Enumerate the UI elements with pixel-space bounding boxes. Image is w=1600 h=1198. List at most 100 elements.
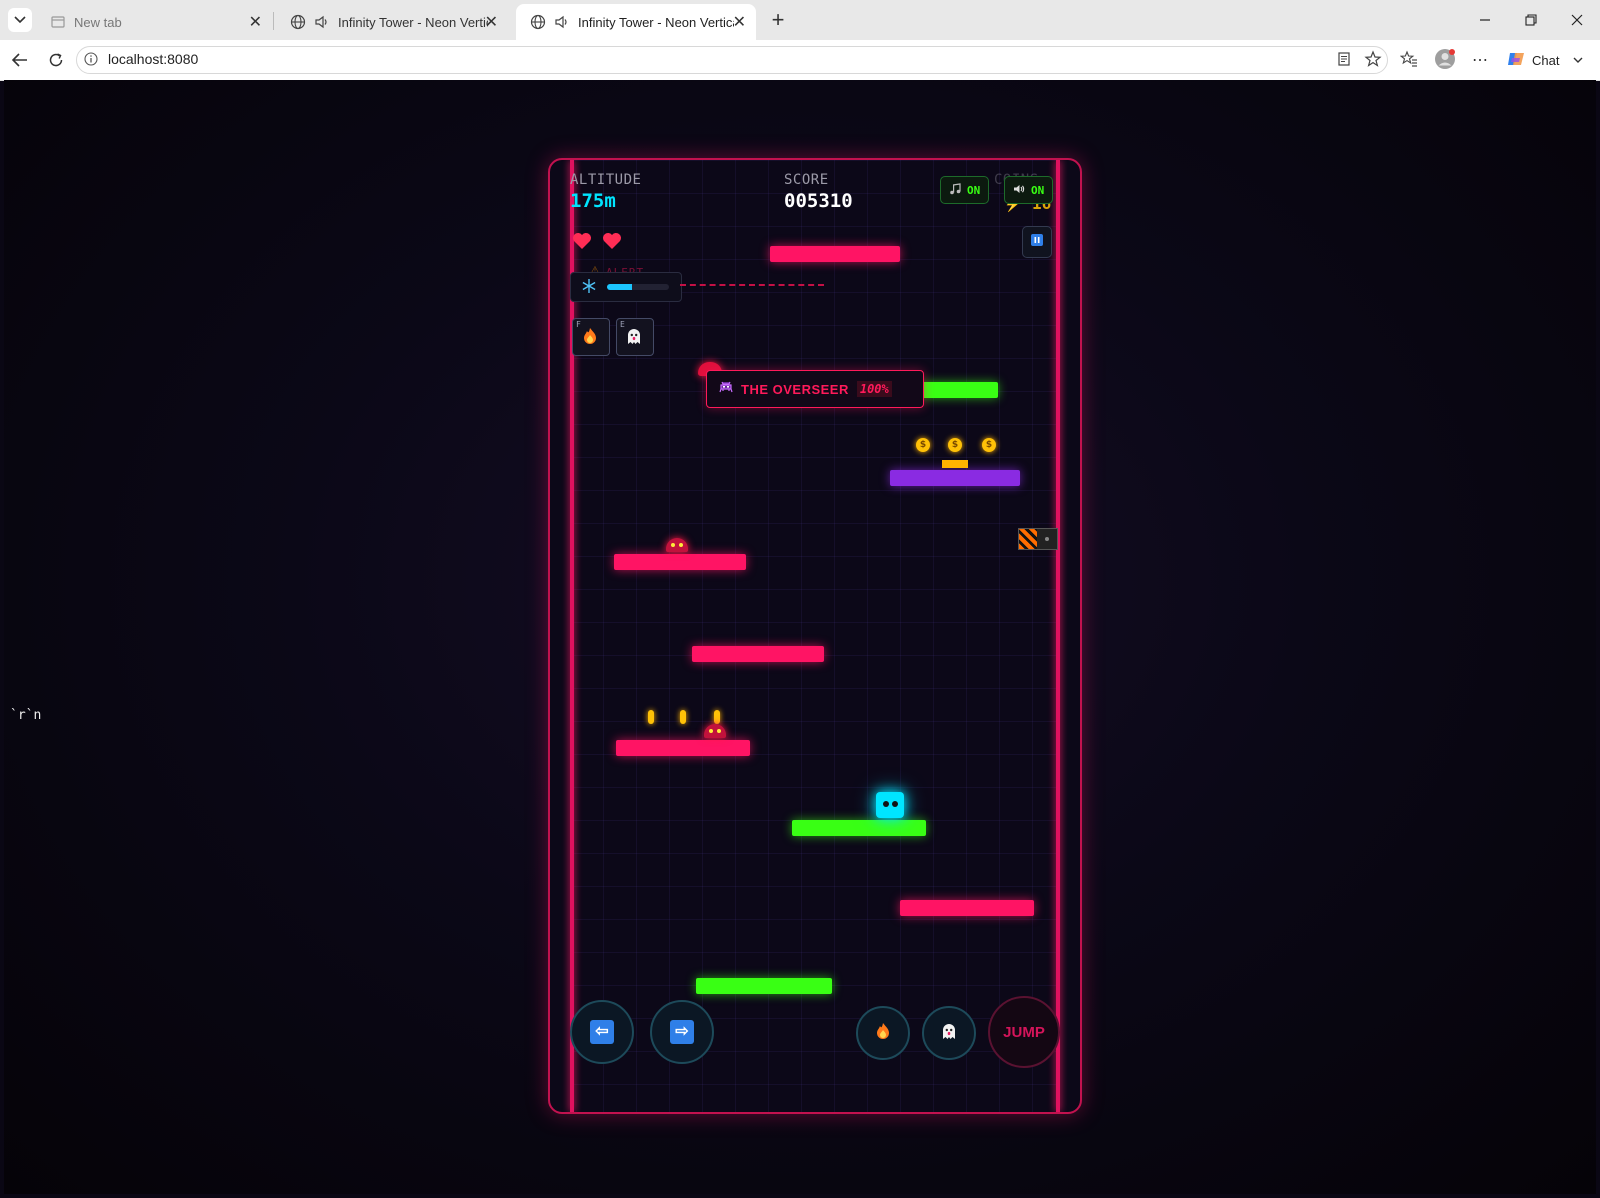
profile-avatar[interactable] <box>1434 48 1456 75</box>
right-wall <box>1056 160 1060 1112</box>
tab-title: Infinity Tower - Neon Vertical <box>338 14 488 30</box>
globe-icon <box>290 14 306 30</box>
close-tab-icon[interactable]: ✕ <box>733 12 746 32</box>
heart-icon <box>572 232 594 252</box>
coin <box>714 710 720 724</box>
freeze-meter-fill <box>607 284 632 290</box>
restore-icon <box>1525 14 1537 26</box>
speaker-icon[interactable] <box>314 14 330 30</box>
sound-toggle[interactable]: ON <box>1004 176 1054 204</box>
move-right-button[interactable]: ⇨ <box>650 1000 714 1064</box>
left-arrow-icon: ⇦ <box>590 1020 614 1044</box>
altitude-label: ALTITUDE <box>570 172 642 188</box>
reading-view-icon[interactable] <box>1336 51 1352 72</box>
copilot-icon <box>1506 49 1526 72</box>
coin: $ <box>916 438 930 452</box>
score-label: SCORE <box>784 172 829 188</box>
more-options-icon[interactable]: ⋯ <box>1472 50 1488 70</box>
reload-button[interactable] <box>42 46 70 74</box>
ghost-ability-button[interactable] <box>922 1006 976 1060</box>
ghost-icon <box>941 1021 957 1046</box>
tab-title: Infinity Tower - Neon Vertical <box>578 14 734 30</box>
close-window-button[interactable] <box>1554 6 1600 34</box>
move-left-button[interactable]: ⇦ <box>570 1000 634 1064</box>
boss-banner: THE OVERSEER 100% <box>706 370 924 408</box>
ability-slot-ghost[interactable]: E <box>616 318 654 356</box>
minimize-icon <box>1480 19 1490 21</box>
purple-platform <box>890 470 1020 486</box>
close-tab-icon[interactable]: ✕ <box>249 12 262 32</box>
plus-icon: + <box>771 7 785 32</box>
fire-icon <box>582 327 598 349</box>
enemy-slime <box>666 538 688 552</box>
snowflake-icon <box>581 278 597 299</box>
back-button[interactable] <box>6 46 34 74</box>
tab-infinity-tower-1[interactable]: Infinity Tower - Neon Vertical ✕ <box>276 4 508 40</box>
back-arrow-icon <box>11 53 27 67</box>
close-tab-icon[interactable]: ✕ <box>485 12 498 32</box>
alien-icon <box>719 380 733 398</box>
altitude-value: 175m <box>570 190 616 212</box>
pink-platform <box>614 554 746 570</box>
left-wall <box>570 160 574 1112</box>
jump-button[interactable]: JUMP <box>988 996 1060 1068</box>
speaker-icon <box>1013 183 1025 198</box>
hazard-block <box>1018 528 1058 550</box>
close-icon <box>1571 14 1583 26</box>
gold-block <box>942 460 968 468</box>
fire-icon <box>875 1021 891 1046</box>
reload-icon <box>49 53 63 67</box>
music-toggle-state: ON <box>967 183 981 197</box>
laser-warning-line <box>680 284 824 286</box>
pink-platform <box>900 900 1034 916</box>
favorite-star-icon[interactable] <box>1364 50 1382 73</box>
boss-name: THE OVERSEER <box>741 381 849 397</box>
ability-key: F <box>576 320 581 329</box>
chevron-down-icon <box>14 16 26 24</box>
tab-separator <box>273 12 274 30</box>
ability-key: E <box>620 320 625 329</box>
green-platform <box>792 820 926 836</box>
ability-slot-fire[interactable]: F <box>572 318 610 356</box>
site-info-icon[interactable] <box>84 52 98 71</box>
right-arrow-icon: ⇨ <box>670 1020 694 1044</box>
tab-title: New tab <box>74 14 122 30</box>
globe-icon <box>530 14 546 30</box>
freeze-meter-bar <box>607 284 669 290</box>
pause-button[interactable] <box>1022 226 1052 258</box>
coin: $ <box>948 438 962 452</box>
fire-ability-button[interactable] <box>856 1006 910 1060</box>
favorites-icon[interactable] <box>1399 50 1418 73</box>
pause-icon <box>1031 233 1043 251</box>
playfield: $ $ $ THE OVERSEER 100% ALTITUDE 175m SC… <box>570 160 1060 1112</box>
sound-toggle-state: ON <box>1031 183 1045 197</box>
pink-platform <box>692 646 824 662</box>
pink-platform <box>770 246 900 262</box>
tab-infinity-tower-2[interactable]: Infinity Tower - Neon Vertical ✕ <box>516 4 756 40</box>
music-toggle[interactable]: ON <box>940 176 990 204</box>
browser-tab-bar: New tab ✕ Infinity Tower - Neon Vertical… <box>0 0 1600 40</box>
restore-button[interactable] <box>1508 6 1554 34</box>
ghost-icon <box>626 327 642 349</box>
game-container[interactable]: $ $ $ THE OVERSEER 100% ALTITUDE 175m SC… <box>548 158 1082 1114</box>
green-platform <box>918 382 998 398</box>
coin <box>680 710 686 724</box>
tab-list-button[interactable] <box>8 8 32 32</box>
new-tab-button[interactable]: + <box>766 7 790 32</box>
chat-label: Chat <box>1532 52 1560 68</box>
copilot-chat-button[interactable]: Chat <box>1506 47 1583 73</box>
address-bar[interactable] <box>76 46 1388 74</box>
stray-text: `r`n <box>10 708 42 723</box>
url-text[interactable]: localhost:8080 <box>108 51 198 67</box>
speaker-icon[interactable] <box>554 14 570 30</box>
green-platform <box>696 978 832 994</box>
score-value: 005310 <box>784 190 853 212</box>
minimize-button[interactable] <box>1462 6 1508 34</box>
music-note-icon <box>949 182 961 198</box>
pink-platform <box>616 740 750 756</box>
coin <box>648 710 654 724</box>
chevron-down-icon[interactable] <box>1573 57 1583 64</box>
new-tab-page-icon <box>50 14 66 30</box>
tab-new-tab[interactable]: New tab ✕ <box>36 4 272 40</box>
coin: $ <box>982 438 996 452</box>
